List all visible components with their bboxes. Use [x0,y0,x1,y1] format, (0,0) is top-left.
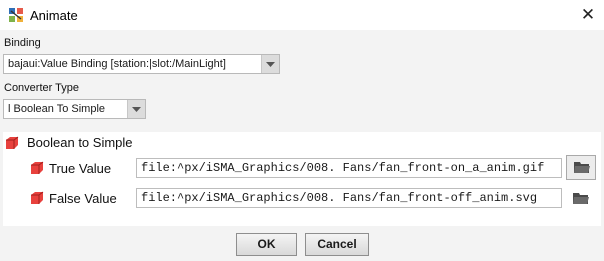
converter-type-label: Converter Type [4,82,80,94]
true-value-label: True Value [49,161,112,176]
true-value-browse-button[interactable] [566,155,596,180]
chevron-down-icon[interactable] [261,55,279,73]
app-icon [9,8,23,22]
property-cube-icon [31,161,44,174]
binding-select[interactable]: bajaui:Value Binding [station:|slot:/Mai… [3,54,280,74]
folder-icon [574,162,590,173]
close-icon[interactable]: ✕ [578,5,598,25]
false-value-label: False Value [49,191,117,206]
ok-button[interactable]: OK [236,233,297,256]
true-value-field[interactable]: file:^px/iSMA_Graphics/008. Fans/fan_fro… [136,158,562,178]
false-value-field[interactable]: file:^px/iSMA_Graphics/008. Fans/fan_fro… [136,188,562,208]
chevron-down-icon[interactable] [127,100,145,118]
converter-type-value: l Boolean To Simple [8,103,106,115]
property-cube-icon [6,136,19,149]
group-label: Boolean to Simple [27,135,133,150]
window-title: Animate [30,8,78,23]
property-cube-icon [31,191,44,204]
cancel-button[interactable]: Cancel [305,233,369,256]
binding-label: Binding [4,37,41,49]
converter-type-select[interactable]: l Boolean To Simple [3,99,146,119]
title-bar: Animate ✕ [0,0,604,30]
folder-icon[interactable] [573,192,589,205]
binding-select-value: bajaui:Value Binding [station:|slot:/Mai… [8,58,226,70]
